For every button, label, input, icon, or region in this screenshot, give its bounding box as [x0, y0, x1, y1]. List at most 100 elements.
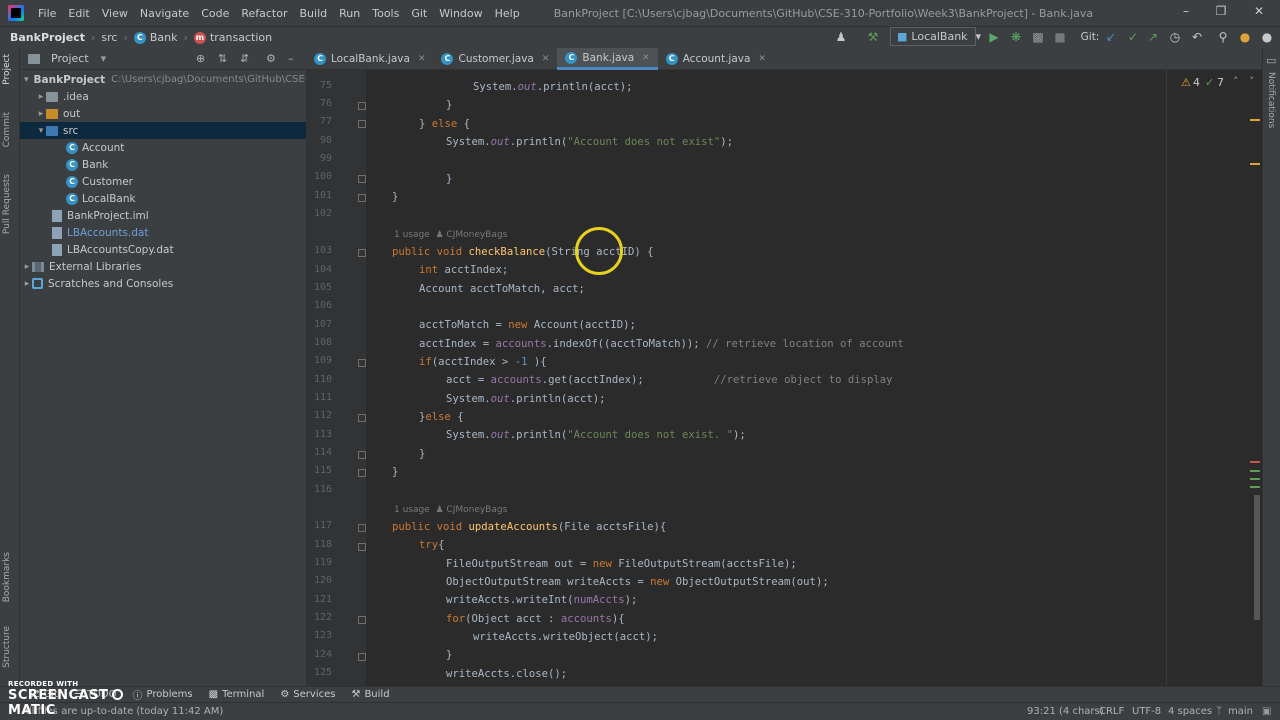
minimize-icon[interactable]: – — [1177, 4, 1195, 22]
tab-bank[interactable]: C Bank.java ✕ — [557, 48, 658, 70]
user-icon[interactable]: ♟ — [830, 28, 852, 46]
gear-icon[interactable]: ⚙ — [266, 52, 276, 65]
fold-marker-icon[interactable] — [358, 194, 366, 202]
tree-item-lbaccounts[interactable]: LBAccounts.dat — [20, 224, 306, 241]
tool-window-notifications[interactable]: Notifications — [1266, 72, 1276, 128]
code-editor[interactable]: System.out.println(acct); } } else { Sys… — [366, 70, 1166, 688]
menu-window[interactable]: Window — [433, 7, 488, 20]
chevron-up-icon[interactable]: ˄ — [1233, 75, 1239, 88]
run-icon[interactable]: ▶ — [986, 28, 1002, 46]
avatar[interactable]: ● — [1260, 28, 1274, 46]
breadcrumb-folder[interactable]: src — [97, 31, 121, 44]
caret-position[interactable]: 93:21 (4 chars) — [1027, 706, 1104, 717]
breadcrumb-project[interactable]: BankProject — [6, 31, 89, 44]
line-separator[interactable]: CRLF — [1099, 706, 1124, 717]
menu-tools[interactable]: Tools — [366, 7, 405, 20]
fold-marker-icon[interactable] — [358, 451, 366, 459]
menu-refactor[interactable]: Refactor — [235, 7, 293, 20]
menu-navigate[interactable]: Navigate — [134, 7, 195, 20]
tab-customer[interactable]: C Customer.java ✕ — [433, 48, 557, 70]
hide-panel-icon[interactable]: – — [288, 52, 294, 65]
tool-window-commit[interactable]: Commit — [2, 112, 12, 147]
tree-item-src[interactable]: ▾ src — [20, 122, 306, 139]
fold-marker-icon[interactable] — [358, 469, 366, 477]
tree-item-root[interactable]: ▾ BankProject C:\Users\cjbag\Documents\Git… — [20, 71, 327, 88]
fold-marker-icon[interactable] — [358, 359, 366, 367]
menu-help[interactable]: Help — [489, 7, 526, 20]
tool-tab-terminal[interactable]: ▩ Terminal — [201, 689, 273, 700]
menu-build[interactable]: Build — [294, 7, 334, 20]
locate-icon[interactable]: ⊕ — [196, 52, 205, 65]
debug-icon[interactable]: ❋ — [1008, 28, 1024, 46]
menu-file[interactable]: File — [32, 7, 62, 20]
project-panel-title[interactable]: Project — [51, 52, 89, 65]
tool-window-pull-requests[interactable]: Pull Requests — [2, 174, 12, 234]
hammer-build-icon[interactable]: ⚒ — [864, 28, 882, 46]
close-tab-icon[interactable]: ✕ — [642, 53, 650, 63]
ide-update-icon[interactable]: ● — [1238, 28, 1252, 46]
menu-view[interactable]: View — [96, 7, 134, 20]
warning-icon[interactable]: ⚠ — [1181, 76, 1191, 89]
editor-scrollbar[interactable] — [1254, 495, 1260, 620]
fold-marker-icon[interactable] — [358, 102, 366, 110]
tree-item-out[interactable]: ▸ out — [20, 105, 306, 122]
menu-code[interactable]: Code — [195, 7, 235, 20]
coverage-icon[interactable]: ▩ — [1030, 28, 1046, 46]
fold-marker-icon[interactable] — [358, 524, 366, 532]
lock-icon[interactable]: ▣ — [1262, 706, 1271, 717]
git-push-icon[interactable]: ↗ — [1146, 28, 1160, 46]
tool-tab-build[interactable]: ⚒ Build — [343, 689, 397, 700]
tree-item-account[interactable]: C Account — [20, 139, 306, 156]
tree-item-lbaccountscopy[interactable]: LBAccountsCopy.dat — [20, 241, 306, 258]
fold-marker-icon[interactable] — [358, 414, 366, 422]
git-update-icon[interactable]: ↙ — [1104, 28, 1118, 46]
search-icon[interactable]: ⚲ — [1216, 28, 1230, 46]
breadcrumb-member[interactable]: m transaction — [190, 31, 276, 44]
tool-window-project[interactable]: Project — [2, 54, 12, 85]
tool-window-structure[interactable]: Structure — [2, 626, 12, 668]
tree-item-customer[interactable]: C Customer — [20, 173, 306, 190]
usage-hint[interactable]: 1 usage ♟ CJMoneyBags — [394, 505, 507, 515]
tree-item-bank[interactable]: C Bank — [20, 156, 306, 173]
run-configuration-select[interactable]: ■ LocalBank ▾ — [890, 27, 981, 46]
check-icon[interactable]: ✓ — [1205, 76, 1214, 89]
close-icon[interactable]: ✕ — [1250, 4, 1268, 22]
close-tab-icon[interactable]: ✕ — [542, 54, 550, 64]
close-tab-icon[interactable]: ✕ — [758, 54, 766, 64]
history-icon[interactable]: ◷ — [1168, 28, 1182, 46]
tree-item-iml[interactable]: BankProject.iml — [20, 207, 306, 224]
tab-account[interactable]: C Account.java ✕ — [658, 48, 774, 70]
chevron-down-icon[interactable]: ▾ — [101, 52, 107, 65]
restore-icon[interactable]: ❐ — [1212, 4, 1230, 22]
fold-marker-icon[interactable] — [358, 249, 366, 257]
fold-marker-icon[interactable] — [358, 616, 366, 624]
tree-item-external-libraries[interactable]: ▸ External Libraries — [20, 258, 306, 275]
tree-item-scratches[interactable]: ▸ Scratches and Consoles — [20, 275, 306, 292]
rollback-icon[interactable]: ↶ — [1190, 28, 1204, 46]
tool-window-bookmarks[interactable]: Bookmarks — [2, 552, 12, 602]
change-marker[interactable] — [1250, 486, 1260, 488]
fold-marker-icon[interactable] — [358, 175, 366, 183]
file-encoding[interactable]: UTF-8 — [1132, 706, 1161, 717]
tool-tab-services[interactable]: ⚙ Services — [272, 689, 343, 700]
change-marker[interactable] — [1250, 470, 1260, 472]
expand-all-icon[interactable]: ⇅ — [218, 52, 227, 65]
warning-marker[interactable] — [1250, 163, 1260, 165]
change-marker[interactable] — [1250, 461, 1260, 463]
bell-icon[interactable]: ▭ — [1266, 54, 1276, 67]
close-tab-icon[interactable]: ✕ — [418, 54, 426, 64]
menu-run[interactable]: Run — [333, 7, 366, 20]
change-marker[interactable] — [1250, 478, 1260, 480]
chevron-down-icon[interactable]: ˅ — [1249, 75, 1255, 88]
warning-marker[interactable] — [1250, 119, 1260, 121]
fold-marker-icon[interactable] — [358, 653, 366, 661]
stop-icon[interactable]: ■ — [1052, 28, 1068, 46]
breadcrumb-file[interactable]: C Bank — [130, 31, 182, 44]
fold-marker-icon[interactable] — [358, 543, 366, 551]
collapse-all-icon[interactable]: ⇵ — [240, 52, 249, 65]
menu-git[interactable]: Git — [405, 7, 433, 20]
git-commit-icon[interactable]: ✓ — [1126, 28, 1140, 46]
git-branch[interactable]: main — [1228, 706, 1253, 717]
menu-edit[interactable]: Edit — [62, 7, 95, 20]
usage-hint[interactable]: 1 usage ♟ CJMoneyBags — [394, 230, 507, 240]
